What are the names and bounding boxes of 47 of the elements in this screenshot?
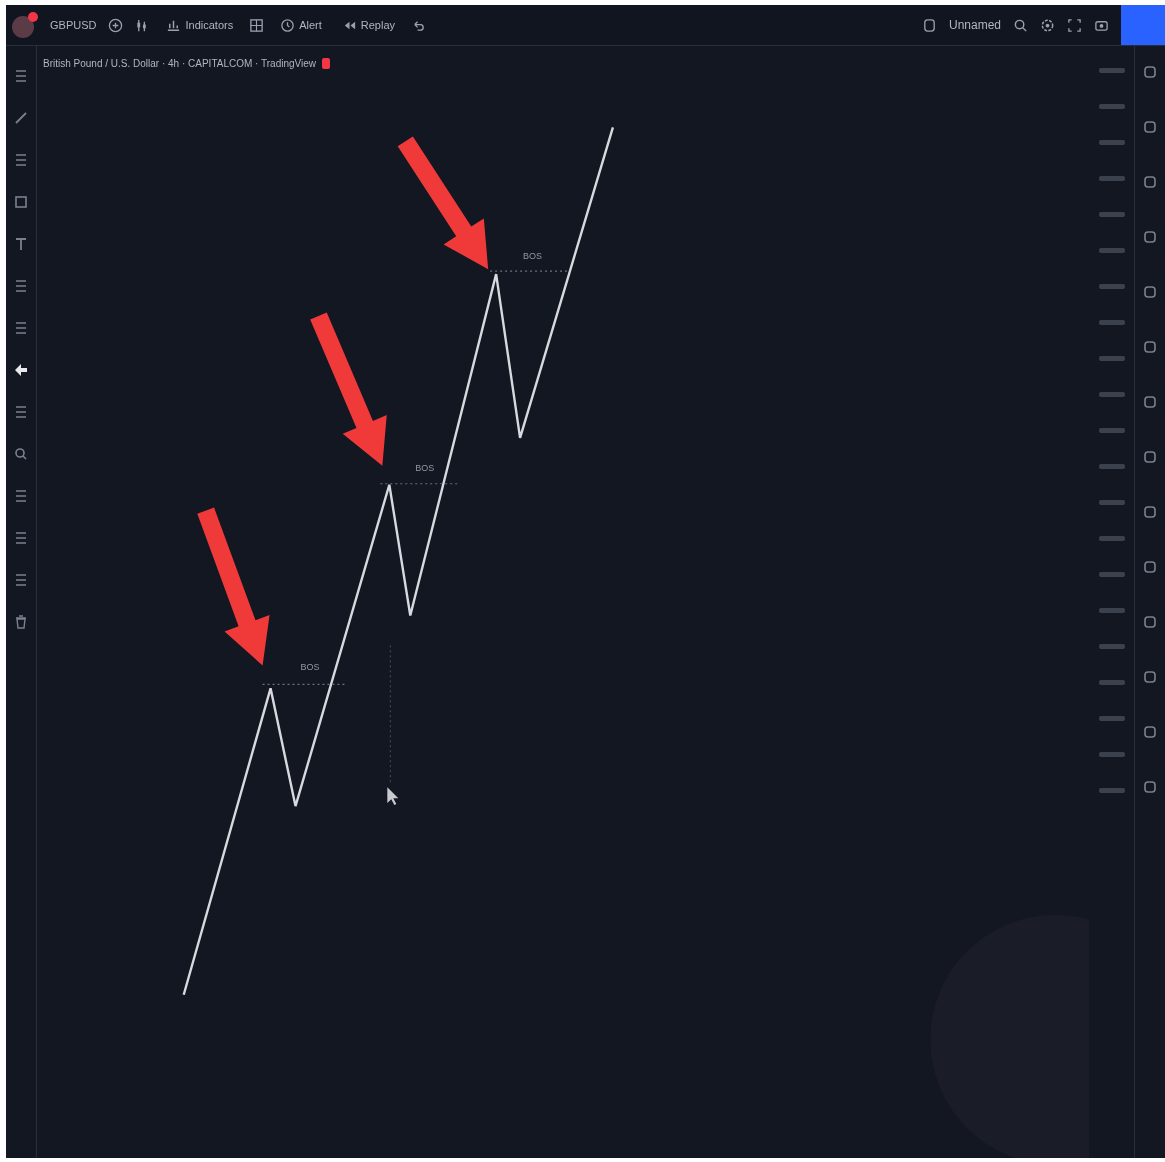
price-tick-mark [1098,176,1125,181]
price-tick-mark [1098,500,1125,505]
price-tick-mark [1098,212,1125,217]
price-tick-mark [1098,536,1125,541]
price-tick-mark [1098,788,1125,793]
search-icon[interactable] [1013,17,1028,33]
chart-title: British Pound / U.S. Dollar · 4h · CAPITALCOM · TradingView [43,58,317,69]
price-tick-mark [1098,644,1125,649]
zoom-tool-icon[interactable] [13,446,29,462]
symbol-search[interactable]: GBPUSD [50,19,97,31]
price-tick-mark [1098,392,1125,397]
price-tick-mark [1098,104,1125,109]
avatar-icon[interactable] [12,12,38,38]
break-label: BOS [415,462,435,473]
replay-button[interactable]: Replay [337,15,400,35]
price-tick-mark [1098,320,1125,325]
layout-grid-icon[interactable] [249,17,265,33]
price-tick-mark [1098,572,1125,577]
price-tick-mark [1098,716,1125,721]
price-tick-mark [1098,248,1125,253]
break-label: BOS [523,251,543,262]
price-tick-mark [1098,140,1125,145]
break-label: BOS [300,662,320,673]
price-tick-mark [1098,608,1125,613]
arrow-icon [197,507,270,666]
trash-tool-icon[interactable] [13,614,29,630]
indicators-button[interactable]: Indicators [162,15,238,35]
rect-tool-icon[interactable] [13,194,29,210]
price-tick-mark [1098,680,1125,685]
price-tick-mark [1098,284,1125,289]
text-tool-icon[interactable] [13,236,29,252]
price-tick-mark [1098,752,1125,757]
price-tick-mark [1098,68,1125,73]
layout-name[interactable]: Unnamed [948,18,1001,32]
settings-icon[interactable] [1040,17,1055,33]
arrow-icon [397,136,489,270]
fullscreen-icon[interactable] [1067,17,1082,33]
price-tick-mark [1098,428,1125,433]
add-icon[interactable] [108,17,124,33]
back-tool-icon[interactable] [13,362,29,378]
arrow-icon [310,312,387,466]
price-tick-mark [1098,356,1125,361]
alert-button[interactable]: Alert [276,15,326,35]
line-tool-icon[interactable] [13,110,29,126]
price-tick-mark [1098,464,1125,469]
layout-icon[interactable] [921,17,937,33]
cursor-icon [387,787,399,806]
